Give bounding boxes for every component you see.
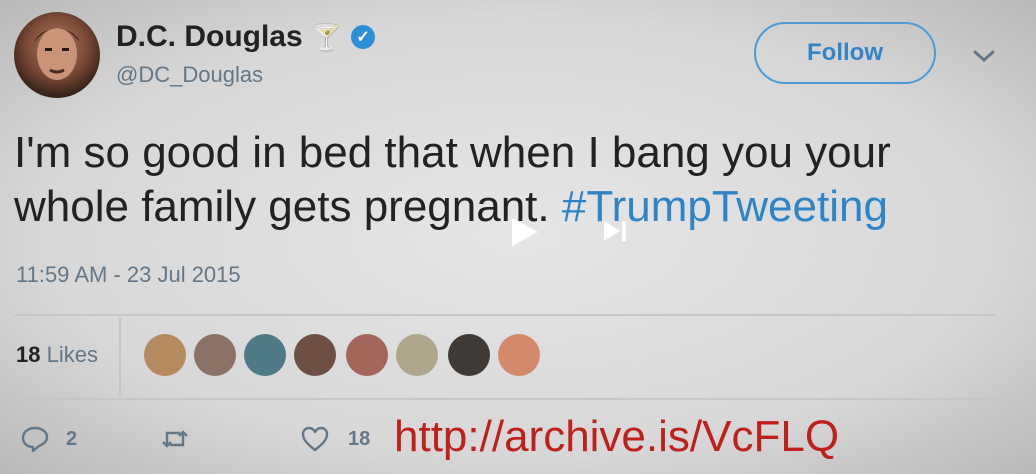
divider <box>14 314 996 316</box>
user-handle[interactable]: @DC_Douglas <box>116 62 263 88</box>
archive-url-overlay: http://archive.is/VcFLQ <box>394 412 840 461</box>
liker-avatar[interactable] <box>346 334 388 376</box>
avatar[interactable] <box>14 12 100 98</box>
skip-next-icon[interactable] <box>600 216 630 246</box>
divider <box>14 398 996 400</box>
display-name[interactable]: D.C. Douglas 🍸 ✓ <box>116 20 376 54</box>
liker-avatar[interactable] <box>498 334 540 376</box>
liker-avatar[interactable] <box>194 334 236 376</box>
likes-number: 18 <box>16 342 41 367</box>
reply-icon[interactable] <box>20 424 50 454</box>
cocktail-emoji: 🍸 <box>310 21 344 52</box>
retweet-icon[interactable] <box>160 424 190 454</box>
liker-avatar[interactable] <box>144 334 186 376</box>
liker-avatar[interactable] <box>244 334 286 376</box>
display-name-text: D.C. Douglas <box>116 20 303 53</box>
like-count: 18 <box>348 428 371 450</box>
verified-badge-icon: ✓ <box>351 25 376 49</box>
play-icon[interactable] <box>506 214 542 250</box>
liker-avatar[interactable] <box>396 334 438 376</box>
tweet-timestamp[interactable]: 11:59 AM - 23 Jul 2015 <box>16 262 241 288</box>
liker-avatar[interactable] <box>294 334 336 376</box>
liker-avatar[interactable] <box>448 334 490 376</box>
follow-button[interactable]: Follow <box>754 22 936 84</box>
likes-count[interactable]: 18 Likes <box>16 342 98 368</box>
chevron-down-icon[interactable] <box>968 40 1000 72</box>
divider-vertical <box>119 318 121 396</box>
heart-icon[interactable] <box>300 424 330 454</box>
likes-label: Likes <box>46 342 98 367</box>
reply-count: 2 <box>66 428 78 450</box>
